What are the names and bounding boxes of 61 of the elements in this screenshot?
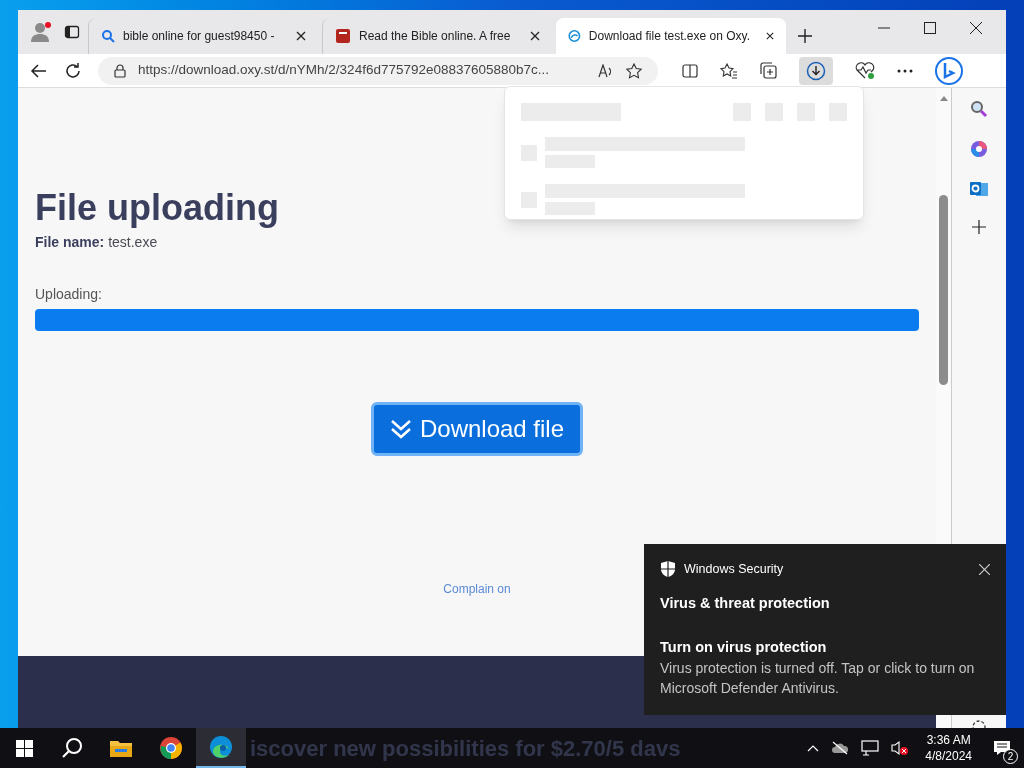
star-icon[interactable] bbox=[626, 62, 642, 79]
collections-icon[interactable] bbox=[760, 62, 777, 79]
copilot-icon[interactable] bbox=[935, 56, 963, 85]
file-name-text: File name: test.exe bbox=[35, 233, 159, 252]
progress-label: Uploading: bbox=[35, 285, 103, 304]
scrollbar-thumb[interactable] bbox=[939, 195, 948, 385]
clock-time[interactable]: 3:36 AM bbox=[926, 732, 971, 748]
notification-subtitle: Turn on virus protection bbox=[660, 637, 828, 657]
read-aloud-icon[interactable] bbox=[598, 63, 614, 78]
downloads-button[interactable] bbox=[799, 56, 833, 85]
outlook-icon[interactable] bbox=[970, 180, 988, 198]
edge-icon bbox=[209, 735, 233, 759]
address-bar[interactable]: https://download.oxy.st/d/nYMh/2/324f6d775792e08837605880b7c... bbox=[98, 56, 658, 85]
search-icon[interactable] bbox=[61, 737, 83, 759]
add-icon[interactable] bbox=[972, 220, 986, 234]
chevron-up-icon[interactable] bbox=[807, 744, 820, 752]
scroll-up-icon[interactable] bbox=[939, 96, 948, 101]
windows-start-icon[interactable] bbox=[15, 739, 33, 757]
volume-muted-icon[interactable] bbox=[891, 740, 910, 756]
promo-banner-text: iscover new possibilities for $2.70/5 davs bbox=[250, 734, 681, 763]
favorites-icon[interactable] bbox=[720, 62, 738, 79]
close-icon[interactable] bbox=[766, 31, 774, 41]
notification-body: Virus protection is turned off. Tap or click to turn on Microsoft Defender Antivirus. bbox=[660, 659, 976, 699]
search-icon bbox=[101, 29, 115, 43]
refresh-icon[interactable] bbox=[64, 61, 82, 80]
tab-actions-icon[interactable] bbox=[64, 24, 80, 40]
tab-title: bible online for guest98450 - bbox=[123, 28, 275, 45]
page-heading: File uploading bbox=[35, 188, 279, 228]
download-file-button[interactable]: Download file bbox=[370, 402, 584, 456]
profile-icon[interactable] bbox=[30, 21, 52, 43]
url-text: https://download.oxy.st/d/nYMh/2/324f6d775792e08837605880b7c... bbox=[138, 61, 551, 80]
back-icon[interactable] bbox=[30, 61, 48, 80]
office-icon[interactable] bbox=[970, 140, 988, 158]
close-icon[interactable] bbox=[296, 31, 306, 41]
notifications-button[interactable]: 2 bbox=[988, 734, 1016, 762]
tab-title: Read the Bible online. A free bbox=[359, 28, 511, 45]
folder-icon bbox=[109, 738, 133, 758]
heartbeat-icon[interactable] bbox=[855, 61, 875, 80]
chrome-icon bbox=[159, 736, 183, 760]
book-icon bbox=[335, 28, 351, 44]
lock-icon bbox=[114, 63, 126, 78]
close-icon[interactable] bbox=[530, 31, 540, 41]
new-tab-icon[interactable] bbox=[798, 29, 812, 43]
clock-date[interactable]: 4/8/2024 bbox=[925, 748, 972, 764]
double-chevron-icon bbox=[389, 419, 412, 439]
notification-app-name: Windows Security bbox=[684, 561, 785, 578]
security-notification[interactable]: Windows Security Virus & threat protection Turn on virus protection Virus protection is turned off. Tap or click to turn on Microsoft Defender Antivirus. bbox=[644, 544, 1006, 715]
close-icon[interactable] bbox=[970, 22, 982, 34]
taskbar-app[interactable] bbox=[196, 728, 246, 768]
browser-tab[interactable]: Download file test.exe on Oxy. bbox=[556, 18, 786, 54]
cloud-off-icon[interactable] bbox=[831, 741, 850, 755]
more-icon[interactable] bbox=[897, 68, 913, 73]
notification-count: 2 bbox=[1003, 749, 1018, 764]
split-screen-icon[interactable] bbox=[682, 62, 698, 79]
shield-icon bbox=[660, 560, 676, 579]
maximize-icon[interactable] bbox=[924, 22, 936, 34]
notification-title: Virus & threat protection bbox=[660, 593, 831, 613]
download-icon bbox=[806, 60, 826, 81]
tab-title: Download file test.exe on Oxy. bbox=[588, 28, 750, 45]
swirl-icon bbox=[568, 28, 581, 44]
network-icon[interactable] bbox=[861, 740, 880, 756]
